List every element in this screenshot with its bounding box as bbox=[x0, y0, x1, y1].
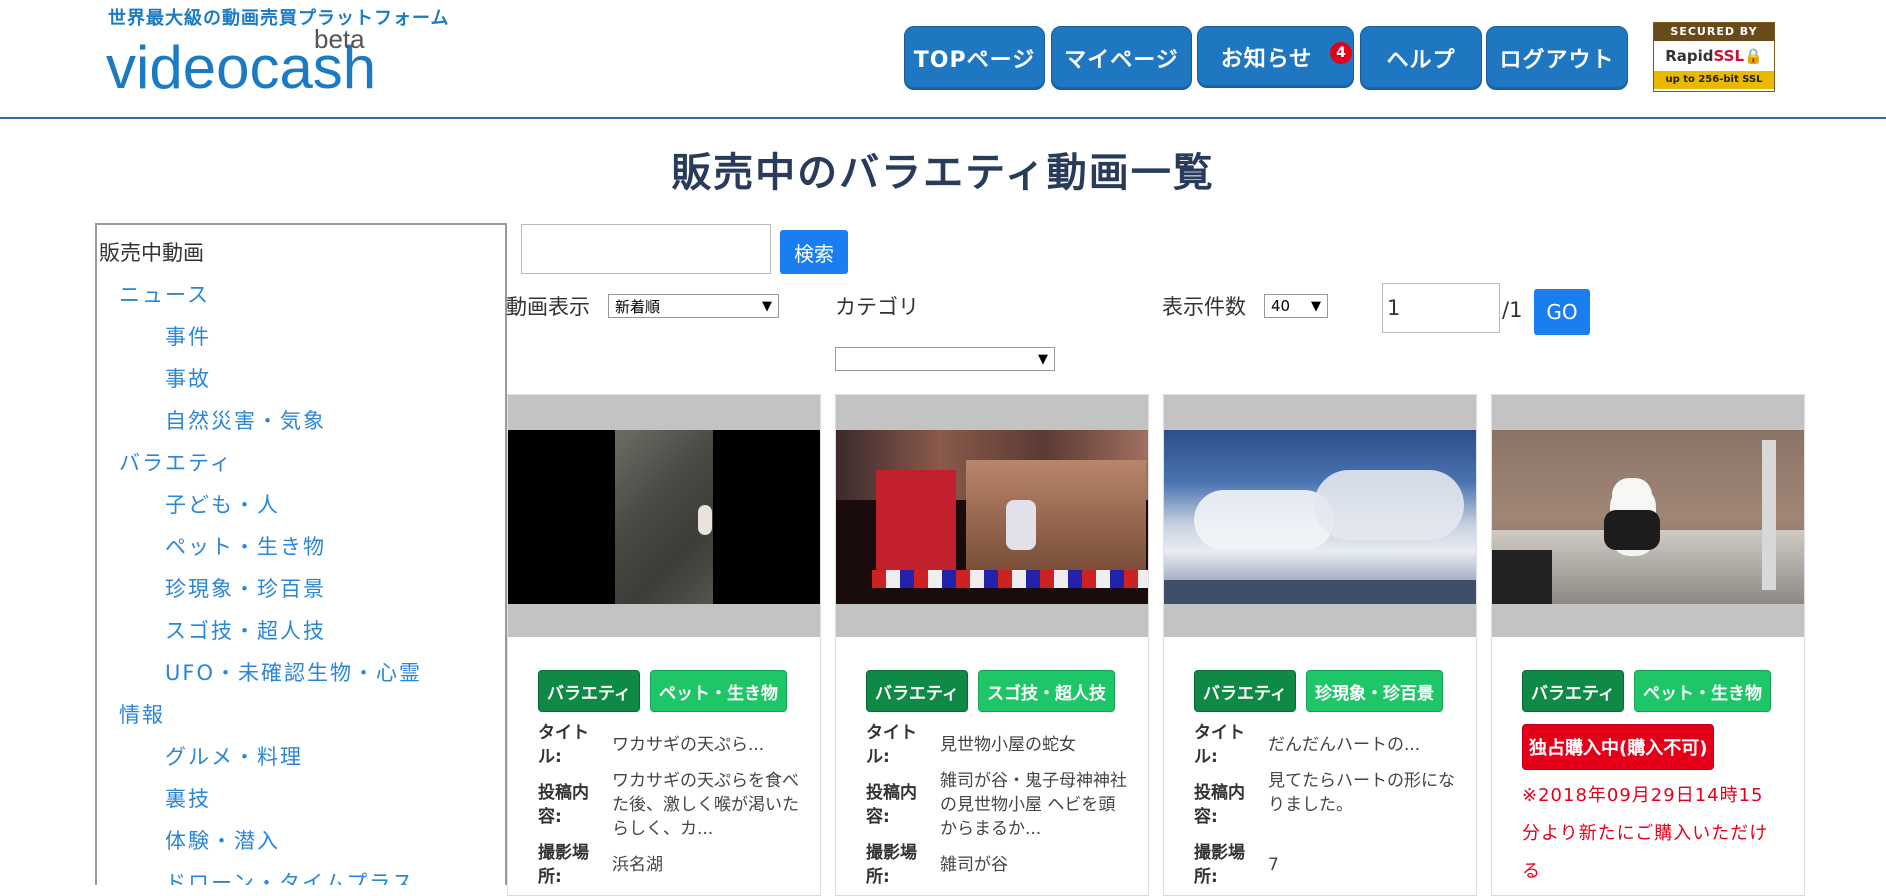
sidebar-item-news[interactable]: ニュース bbox=[119, 279, 210, 309]
ssl-seal-top: SECURED BY bbox=[1654, 23, 1774, 41]
lock-icon: 🔒 bbox=[1744, 47, 1763, 65]
sidebar-item-ufo[interactable]: UFO・未確認生物・心霊 bbox=[165, 657, 422, 687]
go-button[interactable]: GO bbox=[1534, 289, 1590, 335]
notification-badge: 4 bbox=[1330, 42, 1352, 64]
category-label: カテゴリ bbox=[835, 295, 919, 319]
chevron-down-icon: ▼ bbox=[1311, 298, 1321, 314]
video-title[interactable]: 見世物小屋の蛇女 bbox=[940, 733, 1130, 757]
nav-help-button[interactable]: ヘルプ bbox=[1360, 26, 1482, 90]
category-tag[interactable]: バラエティ bbox=[1194, 670, 1296, 712]
content-label: 投稿内容: bbox=[866, 783, 917, 827]
sidebar-item-drone[interactable]: ドローン・タイムプラス bbox=[165, 867, 415, 885]
video-title[interactable]: ワカサギの天ぷら... bbox=[612, 733, 802, 757]
video-card[interactable]: バラエティ ペット・生き物 独占購入中(購入不可) ※2018年09月29日14… bbox=[1491, 394, 1805, 896]
video-location: 浜名湖 bbox=[612, 855, 663, 875]
sidebar-item-skills[interactable]: スゴ技・超人技 bbox=[165, 615, 326, 645]
sidebar-item-gourmet[interactable]: グルメ・料理 bbox=[165, 741, 303, 771]
subcategory-tag[interactable]: ペット・生き物 bbox=[1633, 670, 1771, 712]
content-label: 投稿内容: bbox=[1194, 783, 1245, 827]
nav-logout-button[interactable]: ログアウト bbox=[1486, 26, 1628, 90]
sidebar-item-tricks[interactable]: 裏技 bbox=[165, 783, 211, 813]
sort-select[interactable]: 新着順 ▼ bbox=[608, 294, 779, 318]
per-page-select[interactable]: 40 ▼ bbox=[1264, 294, 1328, 318]
sort-label: 動画表示 bbox=[506, 295, 590, 319]
video-location: 雑司が谷 bbox=[940, 855, 1008, 875]
location-label: 撮影場所: bbox=[866, 843, 917, 887]
title-label: タイトル: bbox=[866, 723, 917, 767]
page-number-input[interactable]: 1 bbox=[1382, 283, 1500, 333]
sidebar-item-incident[interactable]: 事件 bbox=[165, 321, 211, 351]
title-label: タイトル: bbox=[538, 723, 589, 767]
per-page-label: 表示件数 bbox=[1162, 295, 1246, 319]
subcategory-tag[interactable]: スゴ技・超人技 bbox=[977, 670, 1115, 712]
content-label: 投稿内容: bbox=[538, 783, 589, 827]
title-label: タイトル: bbox=[1194, 723, 1245, 767]
sidebar-item-experience[interactable]: 体験・潜入 bbox=[165, 825, 280, 855]
ssl-seal-brand: Rapid SSL 🔒 bbox=[1665, 47, 1763, 65]
video-description: 雑司が谷・鬼子母神神社の見世物小屋 ヘビを頭からまるか... bbox=[940, 771, 1127, 839]
video-card[interactable]: バラエティ 珍現象・珍百景 タイトル: だんだんハートの... 投稿内容: 見て… bbox=[1163, 394, 1477, 896]
subcategory-tag[interactable]: 珍現象・珍百景 bbox=[1305, 670, 1443, 712]
sidebar-root-label: 販売中動画 bbox=[99, 241, 204, 265]
category-tag[interactable]: バラエティ bbox=[1522, 670, 1624, 712]
video-title[interactable]: だんだんハートの... bbox=[1268, 733, 1458, 757]
location-label: 撮影場所: bbox=[538, 843, 589, 887]
sidebar-item-oddities[interactable]: 珍現象・珍百景 bbox=[165, 573, 326, 603]
video-thumbnail[interactable] bbox=[1492, 395, 1804, 637]
video-thumbnail[interactable] bbox=[1164, 395, 1476, 637]
page-title: 販売中のバラエティ動画一覧 bbox=[671, 150, 1215, 196]
video-card[interactable]: バラエティ スゴ技・超人技 タイトル: 見世物小屋の蛇女 投稿内容: 雑司が谷・… bbox=[835, 394, 1149, 896]
nav-top-button[interactable]: TOPページ bbox=[904, 26, 1045, 90]
sidebar-item-disaster[interactable]: 自然災害・気象 bbox=[165, 405, 326, 435]
category-tag[interactable]: バラエティ bbox=[538, 670, 640, 712]
video-thumbnail[interactable] bbox=[836, 395, 1148, 637]
exclusive-notice: ※2018年09月29日14時15分より新たにご購入いただける bbox=[1522, 785, 1769, 882]
location-label: 撮影場所: bbox=[1194, 843, 1245, 887]
video-location: 7 bbox=[1268, 855, 1279, 875]
logo-beta: beta bbox=[314, 24, 365, 54]
subcategory-tag[interactable]: ペット・生き物 bbox=[649, 670, 787, 712]
sidebar-item-info[interactable]: 情報 bbox=[119, 699, 165, 729]
chevron-down-icon: ▼ bbox=[1038, 351, 1048, 367]
nav-mypage-button[interactable]: マイページ bbox=[1051, 26, 1192, 90]
video-thumbnail[interactable] bbox=[508, 395, 820, 637]
ssl-seal[interactable]: SECURED BY Rapid SSL 🔒 up to 256-bit SSL bbox=[1653, 22, 1775, 92]
page-total: /1 bbox=[1502, 298, 1523, 322]
site-logo[interactable]: videocash beta bbox=[106, 22, 416, 101]
category-tag[interactable]: バラエティ bbox=[866, 670, 968, 712]
category-sidebar: 販売中動画 ニュース 事件 事故 自然災害・気象 バラエティ 子ども・人 ペット… bbox=[95, 223, 507, 885]
exclusive-status-badge: 独占購入中(購入不可) bbox=[1522, 724, 1715, 770]
video-description: 見てたらハートの形になりました。 bbox=[1268, 771, 1455, 815]
sidebar-item-kids[interactable]: 子ども・人 bbox=[165, 489, 280, 519]
ssl-seal-bottom: up to 256-bit SSL bbox=[1654, 71, 1774, 89]
sidebar-item-pets[interactable]: ペット・生き物 bbox=[165, 531, 326, 561]
sidebar-item-variety[interactable]: バラエティ bbox=[119, 447, 233, 477]
video-card[interactable]: バラエティ ペット・生き物 タイトル: ワカサギの天ぷら... 投稿内容: ワカ… bbox=[507, 394, 821, 896]
video-description: ワカサギの天ぷらを食べた後、激しく喉が渇いたらしく、カ... bbox=[612, 771, 799, 839]
category-select[interactable]: ▼ bbox=[835, 347, 1055, 371]
sidebar-item-accident[interactable]: 事故 bbox=[165, 363, 211, 393]
chevron-down-icon: ▼ bbox=[762, 298, 772, 314]
search-button[interactable]: 検索 bbox=[780, 230, 848, 274]
search-input[interactable] bbox=[521, 224, 771, 274]
